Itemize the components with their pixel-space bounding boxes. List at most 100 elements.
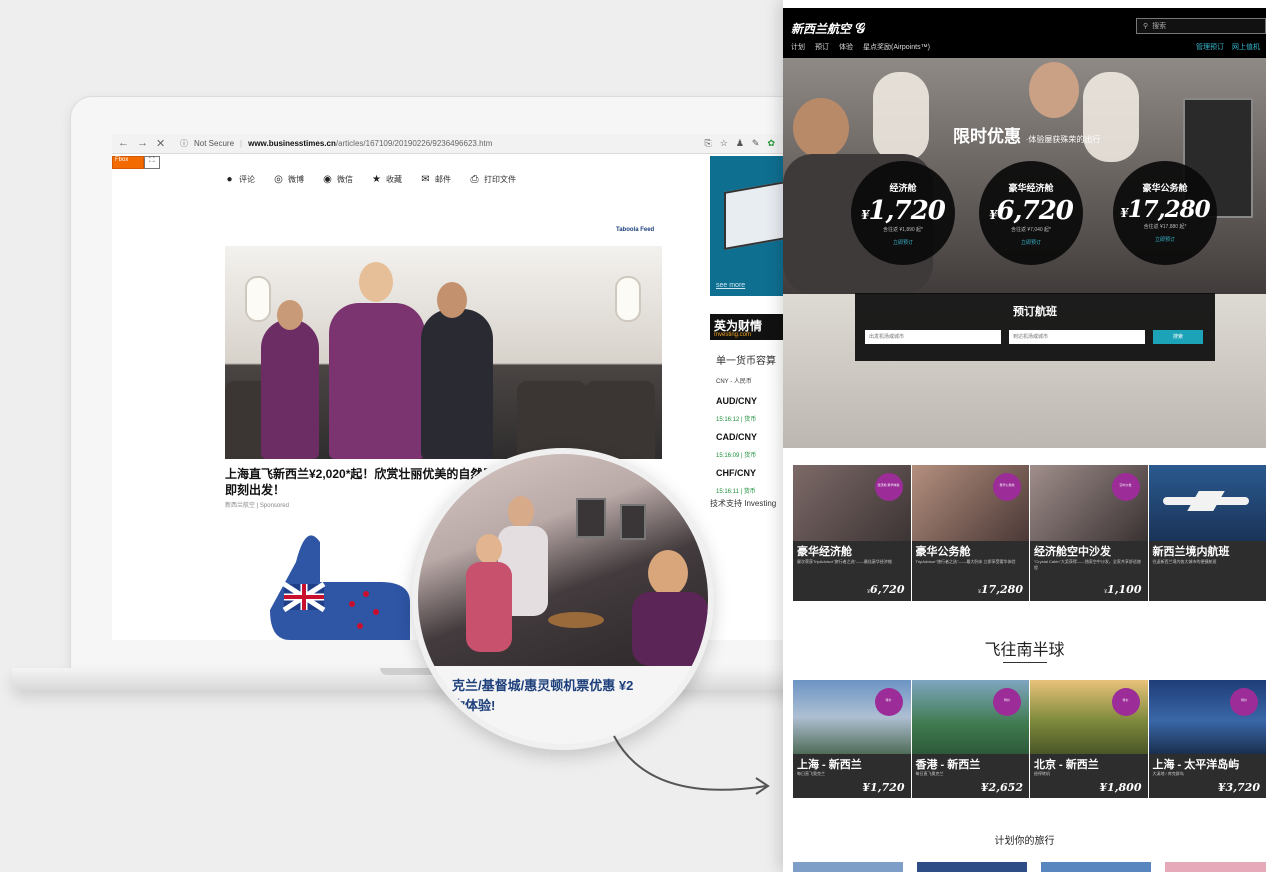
aircraft-wing [1186, 491, 1225, 511]
plan-thumb[interactable] [793, 862, 903, 872]
airnz-nav: 计划 预订 体验 星点奖励(Airpoints™) [791, 42, 930, 52]
passenger-head [793, 98, 849, 158]
share-wechat[interactable]: ◉ 微信 [322, 174, 353, 185]
koru-icon: 𝒢 [855, 21, 866, 37]
dest-badge: 特价 [993, 688, 1021, 716]
to-airport-input[interactable] [1009, 330, 1145, 344]
dest-price-value: 1,720 [870, 781, 905, 794]
security-label: Not Secure [194, 139, 235, 148]
hero-window [873, 72, 929, 162]
fx-heading: 单一货币容算 [716, 356, 776, 367]
dest-card-shanghai-pacific[interactable]: 特价 上海 - 太平洋岛屿 大溪地 / 库克群岛 ¥3,720 [1148, 680, 1266, 798]
pen-icon[interactable]: ✎ [752, 138, 760, 149]
nav-airpoints[interactable]: 星点奖励(Airpoints™) [863, 42, 930, 52]
airnz-search-input[interactable]: ⚲ 搜索 [1136, 18, 1266, 34]
taboola-label[interactable]: Taboola Feed [616, 227, 654, 233]
close-icon[interactable]: ✕ [156, 137, 165, 150]
search-flights-button[interactable]: 搜索 [1153, 330, 1203, 344]
dest-price: ¥1,800 [1099, 781, 1142, 794]
cabin-window [615, 276, 641, 322]
card-premium-economy[interactable]: 经济舱 豪华体验 豪华经济舱 屡次荣获TripAdvisor"旅行者之选"——最… [793, 465, 911, 601]
fare-book-link[interactable]: 立即预订 [979, 239, 1083, 246]
dest-card-hongkong-nz[interactable]: 特价 香港 - 新西兰 每日直飞奥克兰 ¥2,652 [911, 680, 1029, 798]
translate-icon[interactable]: ⎘ [705, 138, 712, 149]
booking-title: 预订航班 [1013, 306, 1057, 318]
zoom-magnifier: 克兰/基督城/惠灵顿机票优惠 ¥2 你体验! [412, 448, 714, 750]
from-airport-input[interactable] [865, 330, 1001, 344]
fx-footer: 技术支持 Investing [710, 499, 777, 508]
dest-desc: 经停转机 [1034, 771, 1050, 776]
nz-flag-thumb-image[interactable] [256, 532, 416, 640]
hero-window [1083, 72, 1139, 162]
price-circle-premium-economy[interactable]: 豪华经济舱 ¥6,720 含往返 ¥7,040 起* 立即预订 [979, 161, 1083, 265]
share-weibo[interactable]: ◎ 微博 [273, 174, 304, 185]
fx-time: 15:16:12 | 货币 [716, 417, 757, 423]
forward-icon[interactable]: → [137, 137, 148, 150]
nav-plan[interactable]: 计划 [791, 42, 805, 52]
share-comment[interactable]: ● 评论 [224, 174, 255, 185]
search-placeholder: 搜索 [1152, 23, 1167, 30]
comment-icon: ● [226, 174, 233, 185]
attendant-figure [632, 592, 708, 666]
share-label: 微博 [288, 175, 304, 184]
article-image[interactable] [225, 246, 662, 459]
url-host: www.businesstimes.cn [248, 139, 336, 148]
plan-thumb[interactable] [1041, 862, 1151, 872]
price-circle-business[interactable]: 豪华公务舱 ¥17,280 含往返 ¥17,880 起* 立即预订 [1113, 161, 1217, 265]
leaf-icon[interactable]: ✿ [767, 138, 775, 149]
hero-subtitle: ·体验屡获殊荣的出行 [1025, 135, 1101, 144]
fare-amount-value: 1,720 [868, 196, 945, 226]
card-desc: 往返新西兰境内各大城市的便捷航班 [1152, 559, 1217, 564]
fx-base-currency[interactable]: CNY - 人民币 [716, 376, 752, 385]
expand-icon[interactable]: ⛶ [144, 156, 160, 169]
curved-arrow-icon [613, 735, 770, 795]
bookmark-star-icon[interactable]: ☆ [720, 138, 728, 149]
share-mail[interactable]: ✉ 邮件 [420, 174, 451, 185]
card-badge: 空中沙发 [1111, 473, 1140, 501]
back-icon[interactable]: ← [118, 137, 129, 150]
toolbar-tag[interactable]: Fbox [112, 156, 144, 169]
fare-book-link[interactable]: 立即预订 [851, 239, 955, 246]
nav-experience[interactable]: 体验 [839, 42, 853, 52]
fx-time: 15:16:09 | 货币 [716, 453, 757, 459]
attendant-head [437, 282, 467, 318]
hero-title: 限时优惠 ·体验屡获殊荣的出行 [953, 122, 1100, 147]
card-badge: 豪华公务舱 [993, 473, 1021, 501]
child-head [476, 534, 502, 564]
see-more-link[interactable]: see more [716, 282, 745, 289]
card-business-premier[interactable]: 豪华公务舱 豪华公务舱 TripAdvisor"旅行者之选"——最大卧床 立即享… [911, 465, 1029, 601]
nav-book[interactable]: 预订 [815, 42, 829, 52]
booking-panel: 预订航班 搜索 [855, 293, 1215, 361]
card-badge: 经济舱 豪华体验 [874, 473, 903, 501]
attendant-head [359, 262, 393, 302]
fare-book-link[interactable]: 立即预订 [1113, 236, 1217, 243]
mail-icon: ✉ [421, 174, 430, 185]
dest-badge: 特价 [1111, 688, 1140, 716]
fare-sub: 含往返 ¥7,040 起* [1010, 227, 1052, 233]
address-bar[interactable]: ⓘ Not Secure | www.businesstimes.cn/arti… [172, 137, 705, 151]
price-circle-economy[interactable]: 经济舱 ¥1,720 含往返 ¥1,890 起* 立即预订 [851, 161, 955, 265]
dest-card-shanghai-nz[interactable]: 特价 上海 - 新西兰 每日直飞奥克兰 ¥1,720 [793, 680, 911, 798]
card-skycouch[interactable]: 空中沙发 经济舱空中沙发 "Crystal Cabin"大奖获得——独家空中沙发… [1030, 465, 1148, 601]
fx-pair[interactable]: AUD/CNY [716, 396, 757, 406]
plan-thumb[interactable] [917, 862, 1027, 872]
card-domestic[interactable]: 新西兰境内航班 往返新西兰境内各大城市的便捷航班 [1148, 465, 1266, 601]
card-desc: 屡次荣获TripAdvisor"旅行者之选"——最佳豪华经济舱 [797, 559, 892, 564]
nav-online-checkin[interactable]: 网上值机 [1232, 42, 1260, 52]
dest-price-value: 2,652 [988, 781, 1023, 794]
airnz-logo[interactable]: 新西兰航空 𝒢 [791, 20, 865, 37]
zoom-caption: 克兰/基督城/惠灵顿机票优惠 ¥2 你体验! [452, 676, 692, 716]
fx-pair[interactable]: CHF/CNY [716, 468, 756, 478]
nav-manage-booking[interactable]: 管理预订 [1196, 42, 1224, 52]
plan-thumb[interactable] [1165, 862, 1266, 872]
dest-card-beijing-nz[interactable]: 特价 北京 - 新西兰 经停转机 ¥1,800 [1030, 680, 1148, 798]
plan-thumbnails [793, 862, 1266, 872]
fx-pair[interactable]: CAD/CNY [716, 432, 757, 442]
card-desc: "Crystal Cabin"大奖获得——独家空中沙发，全家共享舒适旅程 [1034, 559, 1141, 570]
search-icon: ⚲ [1143, 23, 1149, 30]
dest-price-value: 3,720 [1225, 781, 1260, 794]
share-favorite[interactable]: ★ 收藏 [371, 174, 402, 185]
share-print[interactable]: ⎙ 打印文件 [469, 174, 517, 185]
print-icon: ⎙ [470, 174, 479, 185]
extension-icon[interactable]: ♟ [736, 138, 744, 149]
